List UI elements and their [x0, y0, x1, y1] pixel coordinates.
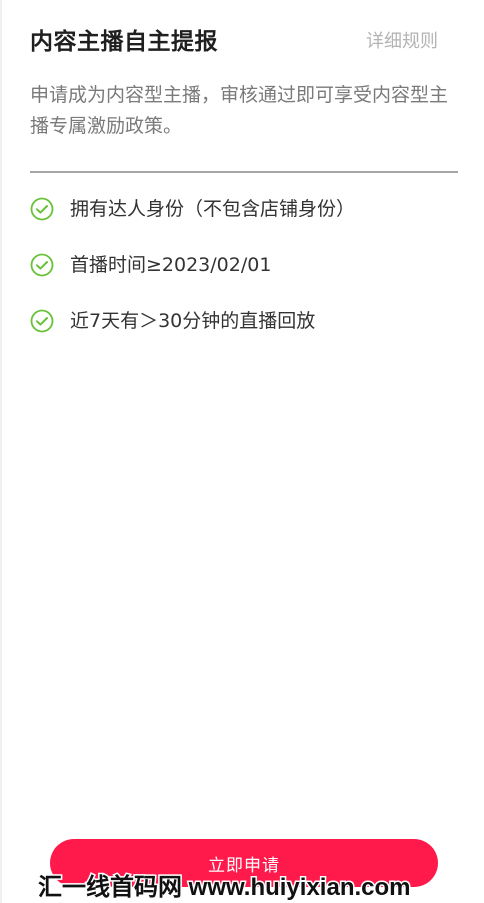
requirement-text: 近7天有＞30分钟的直播回放 [70, 310, 316, 332]
requirement-text: 首播时间≥2023/02/01 [70, 254, 272, 276]
left-edge-shadow [0, 0, 2, 903]
site-watermark: 汇一线首码网 www.huiyixian.com [37, 873, 413, 903]
check-circle-icon [30, 197, 54, 221]
requirements-list: 拥有达人身份（不包含店铺身份） 首播时间≥2023/02/01 近7天有＞30分… [30, 195, 460, 363]
header: 内容主播自主提报 详细规则 [30, 26, 440, 60]
check-circle-icon [30, 253, 54, 277]
page-title: 内容主播自主提报 [30, 29, 218, 55]
requirement-item: 近7天有＞30分钟的直播回放 [30, 307, 460, 335]
description-text: 申请成为内容型主播，审核通过即可享受内容型主播专属激励政策。 [30, 84, 449, 137]
check-circle-icon [30, 309, 54, 333]
page: 内容主播自主提报 详细规则 申请成为内容型主播，审核通过即可享受内容型主播专属激… [0, 0, 484, 903]
divider [30, 171, 458, 173]
requirement-item: 首播时间≥2023/02/01 [30, 251, 460, 279]
requirement-text: 拥有达人身份（不包含店铺身份） [70, 198, 356, 220]
requirement-item: 拥有达人身份（不包含店铺身份） [30, 195, 460, 223]
detailed-rules-link[interactable]: 详细规则 [366, 28, 438, 56]
